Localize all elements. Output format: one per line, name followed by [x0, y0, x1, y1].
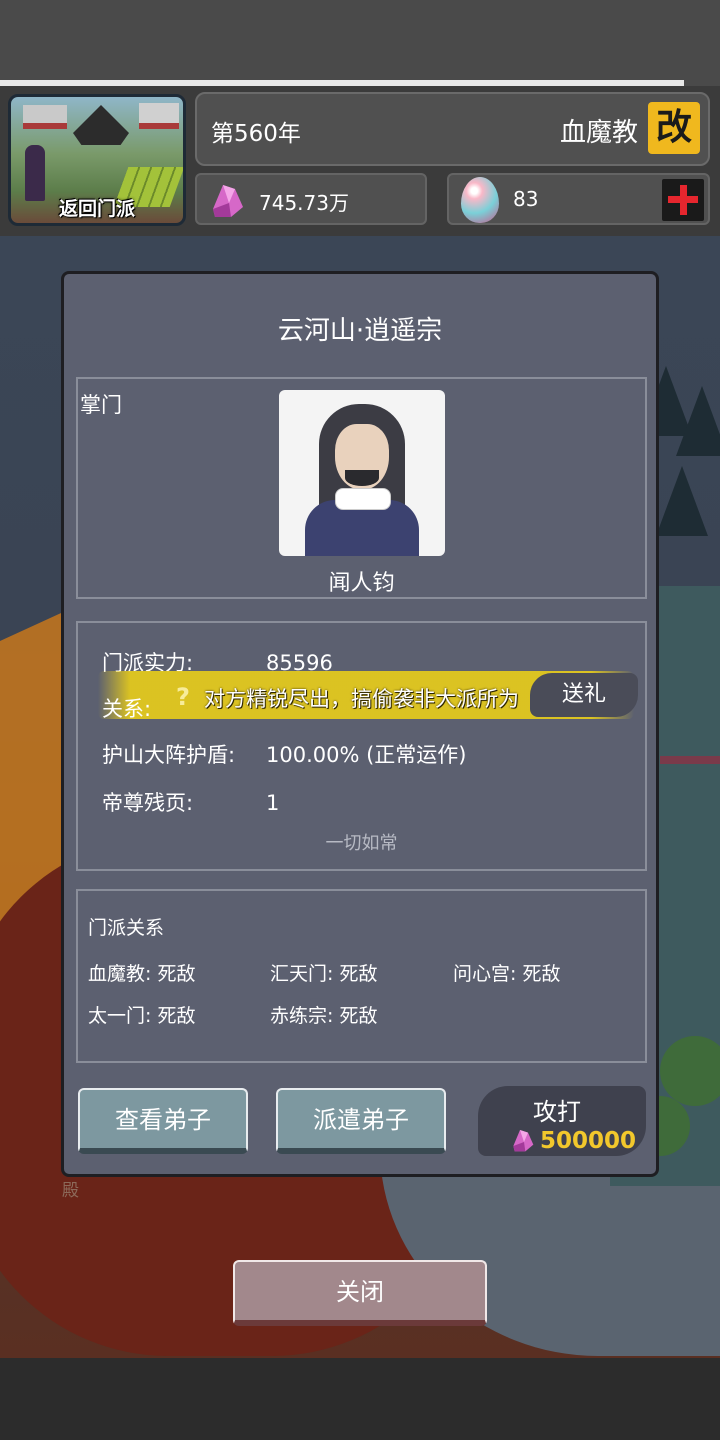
status-note: 一切如常 [325, 833, 398, 854]
leader-panel: 掌门 闻人钧 [76, 377, 647, 599]
spirit-stone-counter: 745.73万 [195, 173, 427, 225]
gift-button[interactable]: 送礼 [530, 673, 638, 717]
leader-portrait[interactable] [279, 390, 445, 556]
plus-icon[interactable] [662, 179, 704, 221]
view-disciples-button[interactable]: 查看弟子 [78, 1088, 248, 1154]
relations-title: 门派关系 [88, 917, 165, 939]
egg-icon [461, 177, 499, 223]
building [139, 103, 179, 129]
stats-panel: 门派实力: 85596 关系: ? 对方精锐尽出，搞偷袭非大派所为 送礼 护山大阵… [76, 621, 647, 871]
scarf [335, 488, 391, 510]
pavilion [660, 756, 720, 764]
hall-label: 殿 [62, 1181, 79, 1201]
sect-info-dialog: 云河山·逍遥宗 掌门 闻人钧 门派实力: 85596 关系: ? 对方精锐尽出，搞… [61, 271, 659, 1177]
relation-item: 汇天门: 死敌 [270, 963, 378, 985]
pages-row: 帝尊残页: 1 [102, 787, 279, 817]
egg-value: 83 [513, 187, 539, 211]
relation-item: 赤练宗: 死敌 [270, 1005, 378, 1027]
relation-status-text: 对方精锐尽出，搞偷袭非大派所为 [204, 687, 519, 711]
relation-item: 血魔教: 死敌 [88, 963, 196, 985]
leader-name: 闻人钧 [328, 571, 395, 596]
bottom-bar [0, 1358, 720, 1440]
player-sect-name: 血魔教 [559, 118, 638, 148]
relation-item: 太一门: 死敌 [88, 1005, 196, 1027]
relations-panel: 门派关系 血魔教: 死敌 汇天门: 死敌 问心宫: 死敌 太一门: 死敌 赤练宗… [76, 889, 647, 1063]
return-home-label: 返回门派 [58, 198, 135, 220]
attack-label: 攻打 [533, 1098, 581, 1126]
tree [676, 386, 720, 456]
rename-button[interactable]: 改 [648, 102, 700, 154]
spirit-stone-value: 745.73万 [259, 191, 349, 215]
tree [656, 466, 708, 536]
figure [25, 145, 45, 201]
pages-label: 帝尊残页: [102, 791, 194, 815]
relation-item: 问心宫: 死敌 [453, 963, 561, 985]
pages-value: 1 [266, 791, 280, 815]
return-home-button[interactable]: 返回门派 [8, 94, 186, 226]
year-panel: 第560年 血魔教 改 [195, 92, 710, 166]
attack-button[interactable]: 攻打 500000 [478, 1086, 646, 1156]
leader-label: 掌门 [80, 393, 122, 417]
building [23, 105, 67, 129]
shield-row: 护山大阵护盾: 100.00% (正常运作) [102, 739, 467, 769]
attack-cost: 500000 [540, 1128, 637, 1154]
close-button[interactable]: 关闭 [233, 1260, 487, 1326]
shield-label: 护山大阵护盾: [102, 743, 236, 767]
question-icon[interactable]: ? [176, 683, 190, 711]
pagoda [73, 105, 129, 145]
crystal-icon [513, 1130, 534, 1152]
shield-value: 100.00% (正常运作) [266, 743, 467, 767]
send-disciples-button[interactable]: 派遣弟子 [276, 1088, 446, 1154]
dialog-title: 云河山·逍遥宗 [277, 316, 443, 346]
top-bar [0, 0, 720, 86]
beard [345, 470, 379, 486]
year-text: 第560年 [211, 121, 301, 147]
egg-counter: 83 [447, 173, 710, 225]
crystal-icon [213, 185, 243, 217]
